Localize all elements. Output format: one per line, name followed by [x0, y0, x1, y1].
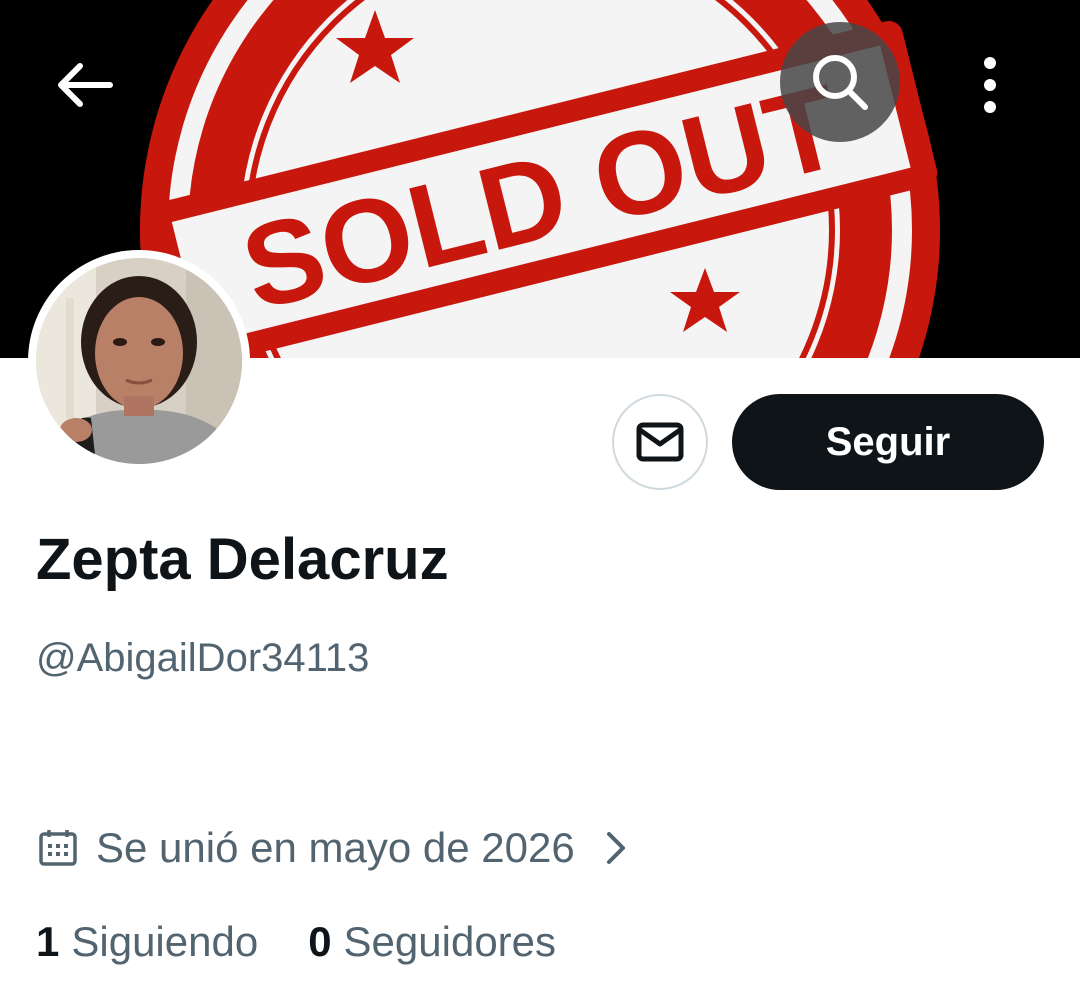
follow-stats: 1 Siguiendo 0 Seguidores [36, 912, 556, 972]
back-button[interactable] [40, 40, 130, 130]
avatar[interactable] [28, 250, 250, 472]
more-options-button[interactable] [950, 40, 1030, 130]
more-vertical-icon [984, 57, 996, 113]
profile-handle: @AbigailDor34113 [36, 636, 370, 680]
calendar-icon [39, 830, 77, 866]
followers-count: 0 [308, 918, 332, 965]
chevron-right-icon [606, 832, 625, 864]
following-link[interactable]: 1 Siguiendo [36, 918, 258, 966]
joined-date-row[interactable]: Se unió en mayo de 2026 [38, 818, 629, 878]
followers-label: Seguidores [343, 918, 557, 965]
avatar-image [36, 258, 242, 464]
search-button[interactable] [780, 22, 900, 142]
search-icon [813, 55, 868, 110]
profile-display-name: Zepta Delacruz [36, 527, 449, 592]
envelope-icon [636, 422, 684, 462]
following-label: Siguiendo [71, 918, 259, 965]
joined-date-text: Se unió en mayo de 2026 [96, 824, 575, 871]
message-button[interactable] [612, 394, 708, 490]
following-count: 1 [36, 918, 60, 965]
follow-button[interactable]: Seguir [732, 394, 1044, 490]
followers-link[interactable]: 0 Seguidores [308, 918, 556, 966]
arrow-left-icon [58, 63, 113, 107]
